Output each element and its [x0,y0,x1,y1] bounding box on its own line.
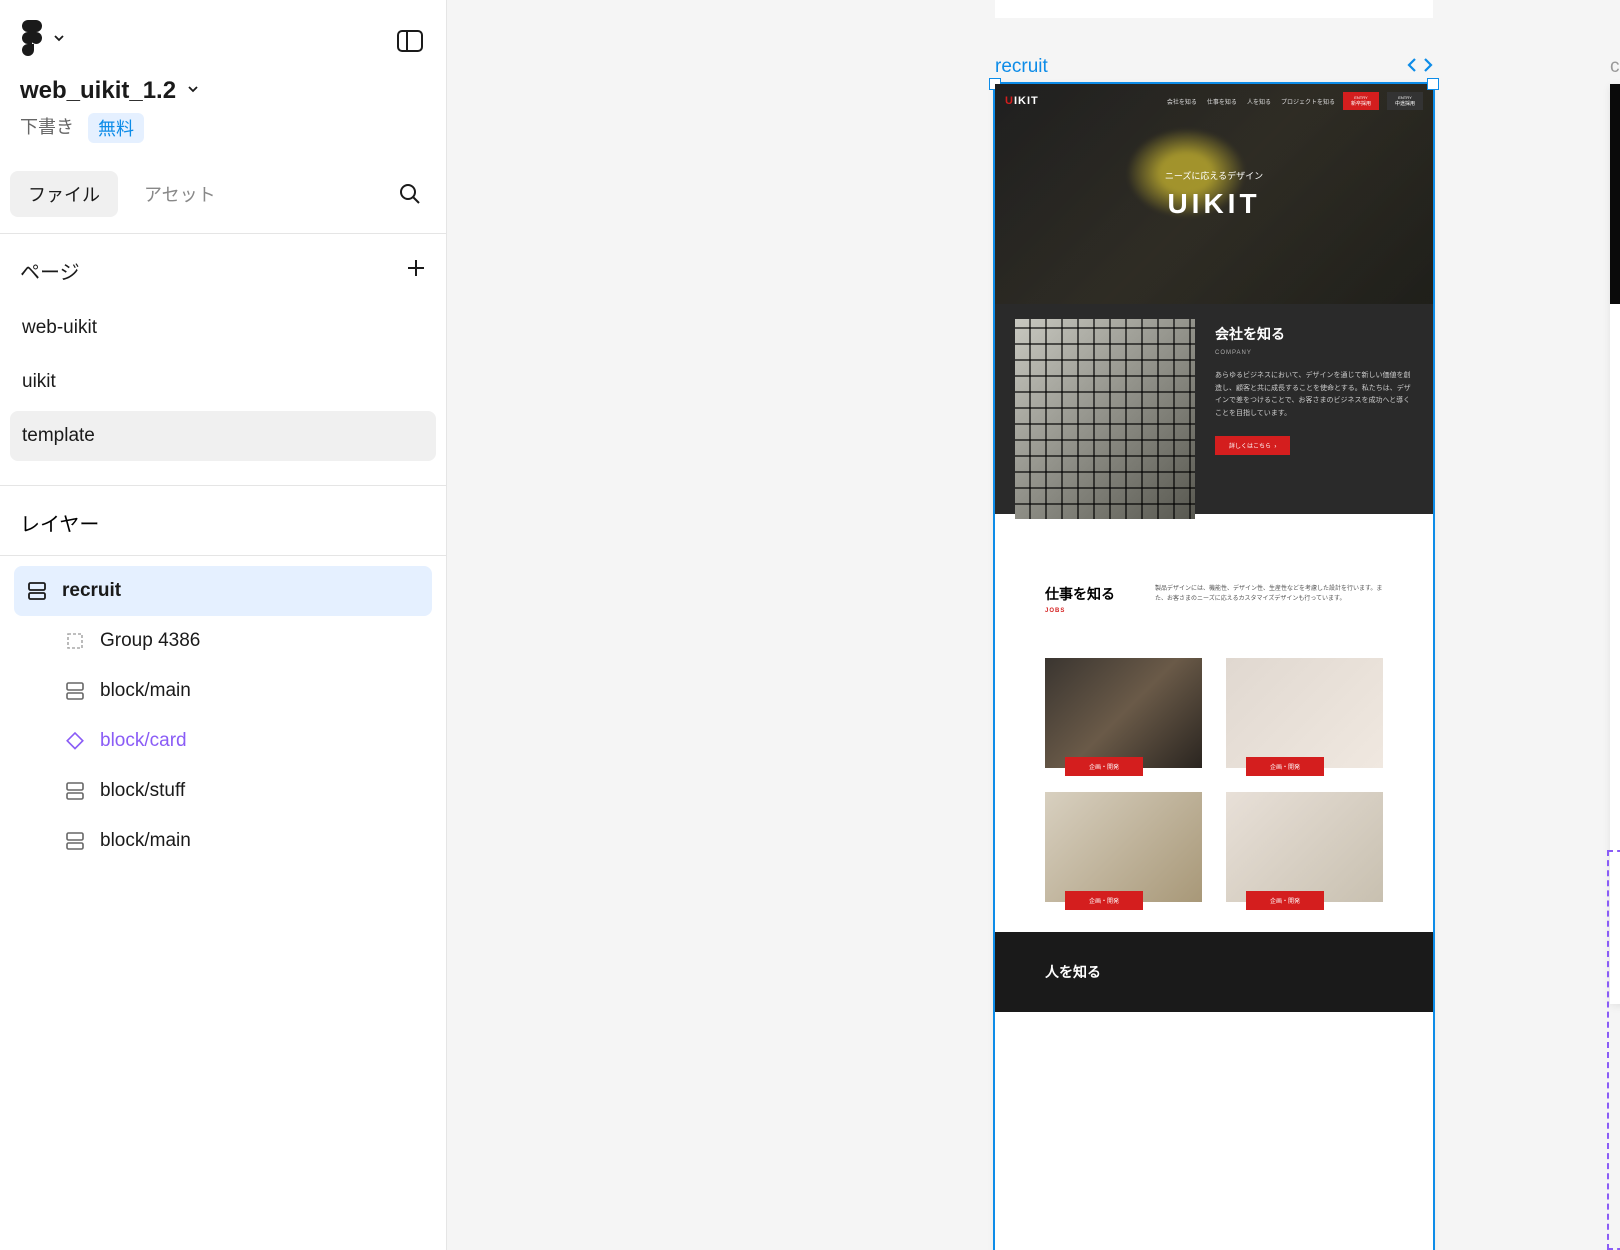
chevron-down-icon[interactable] [186,82,200,101]
layer-recruit[interactable]: recruit [14,566,432,616]
left-panel: web_uikit_1.2 下書き 無料 ファイル アセット ページ web-u… [0,0,447,1250]
instance-icon [64,780,86,802]
layer-block-card[interactable]: block/card [14,716,432,766]
job-card: 企画・開発 [1226,792,1383,902]
layers-list: recruit Group 4386 block/main block/card… [0,556,446,876]
frame-icon [26,580,48,602]
job-card: 企画・開発 [1226,658,1383,768]
add-page-icon[interactable] [406,258,426,284]
hero-subtitle: ニーズに応えるデザイン [1165,169,1263,182]
jobs-section: 仕事を知る JOBS 製品デザインには、機能性、デザイン性、生産性などを考慮した… [995,544,1433,658]
job-card: 企画・開発 [1045,792,1202,902]
group-icon [64,630,86,652]
company-heading: 会社を知る [1215,324,1413,344]
job-card-tag: 企画・開発 [1246,757,1324,776]
corporate-hero: UIKIT PC DI デザ 優れ [1610,84,1620,304]
canvas[interactable]: recruit UIKIT 会社を知る 仕事を知る 人を知る プロジェクトを知る… [447,0,1620,1250]
frame-label-recruit[interactable]: recruit [995,56,1048,78]
layer-block-stuff[interactable]: block/stuff [14,766,432,816]
entry-mid-career-button: ENTRY中途採用 [1387,92,1423,110]
company-section: 会社を知る COMPANY あらゆるビジネスにおいて、デザインを通じて新しい価値… [995,304,1433,514]
instance-icon [64,680,86,702]
page-item-web-uikit[interactable]: web-uikit [10,303,436,353]
draft-label[interactable]: 下書き [20,113,74,143]
jobs-heading: 仕事を知る [1045,584,1115,604]
job-card-tag: 企画・開発 [1246,891,1324,910]
pages-header: ページ [0,234,446,303]
file-title-row[interactable]: web_uikit_1.2 [0,77,446,105]
people-heading: 人を知る [1045,962,1101,982]
free-badge[interactable]: 無料 [88,113,144,143]
job-card-image [1226,658,1383,768]
pages-list: web-uikit uikit template [0,303,446,486]
chevron-down-icon[interactable] [52,31,66,50]
page-item-uikit[interactable]: uikit [10,357,436,407]
frame-recruit[interactable]: recruit UIKIT 会社を知る 仕事を知る 人を知る プロジェクトを知る… [995,84,1433,1250]
company-cta-button: 詳しくはこちら › [1215,436,1290,455]
component-icon [64,730,86,752]
job-card-tag: 企画・開発 [1065,891,1143,910]
panel-header [0,0,446,77]
corporate-body: ニ ビジネス を行える。 アウトプ とプロ [1610,464,1620,559]
company-image [1015,319,1195,519]
jobs-grid: 企画・開発 企画・開発 企画・開発 企画・開発 [995,658,1433,932]
dev-mode-icon[interactable] [1407,56,1433,79]
job-card-image [1226,792,1383,902]
instance-icon [64,830,86,852]
job-card-image [1045,792,1202,902]
job-card: 企画・開発 [1045,658,1202,768]
frame-label-corporate[interactable]: corporat [1610,56,1620,78]
company-body: あらゆるビジネスにおいて、デザインを通じて新しい価値を創造し、顧客と共に成長する… [1215,370,1413,420]
people-section: 人を知る [995,932,1433,1012]
figma-logo-icon[interactable] [20,20,44,61]
job-card-tag: 企画・開発 [1065,757,1143,776]
layers-header: レイヤー [0,486,446,556]
layers-label: レイヤー [20,514,99,536]
file-title: web_uikit_1.2 [20,77,176,105]
company-label: COMPANY [1215,350,1413,356]
frame-peek-top[interactable] [995,0,1433,18]
layer-block-main-2[interactable]: block/main [14,816,432,866]
panel-tabs: ファイル アセット [0,161,446,234]
pages-label: ページ [20,256,80,285]
search-icon[interactable] [394,178,426,210]
jobs-label: JOBS [1045,608,1115,614]
file-meta: 下書き 無料 [0,105,446,161]
recruit-hero: UIKIT 会社を知る 仕事を知る 人を知る プロジェクトを知る ENTRY新卒… [995,84,1433,304]
job-card-image [1045,658,1202,768]
tab-file[interactable]: ファイル [10,171,118,217]
layer-group-4386[interactable]: Group 4386 [14,616,432,666]
panel-toggle-icon[interactable] [394,25,426,57]
layer-block-main-1[interactable]: block/main [14,666,432,716]
entry-new-grad-button: ENTRY新卒採用 [1343,92,1379,110]
tab-assets[interactable]: アセット [126,171,234,217]
jobs-description: 製品デザインには、機能性、デザイン性、生産性などを考慮した設計を行います。また、… [1155,584,1383,604]
page-item-template[interactable]: template [10,411,436,461]
hero-title: UIKIT [1167,188,1260,220]
recruit-logo: UIKIT [1005,95,1039,107]
component-selection-outline [1607,850,1620,1250]
recruit-nav: UIKIT 会社を知る 仕事を知る 人を知る プロジェクトを知る ENTRY新卒… [995,92,1433,110]
